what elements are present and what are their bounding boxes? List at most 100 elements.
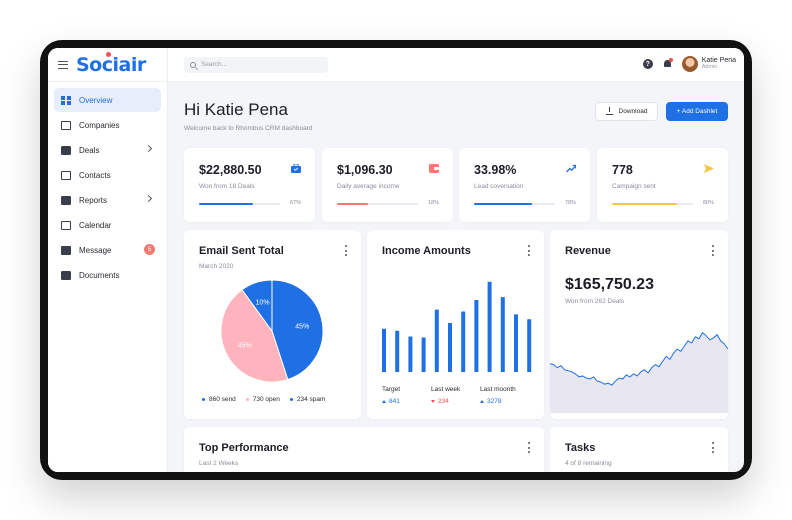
income-bar bbox=[448, 323, 452, 372]
download-icon bbox=[605, 107, 613, 115]
sidebar-item-label: Deals bbox=[79, 145, 100, 155]
stat-card-won: $22,880.50 Won from 18 Deals 67% bbox=[184, 148, 315, 222]
sidebar-item-reports[interactable]: Reports bbox=[54, 188, 161, 212]
legend-label: 730 open bbox=[252, 396, 280, 403]
legend-item: 234 spam bbox=[289, 396, 326, 403]
chevron-right-icon bbox=[144, 144, 153, 153]
stat-card-lead: 33.98% Lead coversation 78% bbox=[459, 148, 590, 222]
income-bar bbox=[527, 319, 532, 372]
sidebar-item-deals[interactable]: Deals bbox=[54, 138, 161, 162]
stat-value: 778 bbox=[612, 163, 633, 177]
help-icon[interactable]: ? bbox=[642, 59, 653, 69]
legend-item: 860 send bbox=[202, 396, 236, 403]
sidebar-item-calendar[interactable]: Calendar bbox=[54, 213, 161, 237]
sidebar-item-documents[interactable]: Documents bbox=[54, 263, 161, 287]
income-bar bbox=[461, 311, 466, 372]
sidebar-item-label: Reports bbox=[79, 195, 108, 205]
revenue-area-fill bbox=[550, 332, 728, 413]
stat-label: Lead coversation bbox=[474, 183, 524, 190]
sidebar-item-label: Documents bbox=[79, 270, 120, 280]
wallet-icon bbox=[429, 164, 439, 173]
message-count-badge: 5 bbox=[144, 244, 155, 255]
bell-icon[interactable] bbox=[663, 58, 673, 69]
summary-value: 234 bbox=[431, 398, 480, 405]
tablet-frame: Sociair Overview Companies Deals Contact… bbox=[40, 40, 752, 480]
stat-label: Won from 18 Deals bbox=[199, 183, 255, 190]
stat-card-income: $1,096.30 Daily average income 18% bbox=[322, 148, 453, 222]
add-dashlet-button[interactable]: + Add Dashlet bbox=[666, 102, 728, 121]
sidebar-item-message[interactable]: Message 5 bbox=[54, 238, 161, 262]
card-title: Top Performance bbox=[199, 442, 289, 454]
sidebar-item-contacts[interactable]: Contacts bbox=[54, 163, 161, 187]
download-button[interactable]: Download bbox=[595, 102, 658, 121]
calendar-icon bbox=[61, 220, 71, 230]
summary-label: Last moonth bbox=[480, 386, 516, 393]
logo-dot bbox=[106, 51, 111, 57]
progress-track bbox=[474, 203, 555, 205]
brand-logo[interactable]: Sociair bbox=[76, 51, 146, 76]
mail-icon bbox=[61, 245, 71, 255]
chevron-right-icon bbox=[144, 194, 153, 203]
pie-slice-label: 45% bbox=[295, 324, 309, 331]
search-box[interactable] bbox=[184, 56, 328, 73]
income-bar bbox=[474, 300, 479, 372]
summary-value: 841 bbox=[382, 398, 431, 405]
sidebar-item-companies[interactable]: Companies bbox=[54, 113, 161, 137]
page-subtitle: Welcome back to Rhombus CRM dashboard bbox=[184, 125, 313, 132]
progress-fill bbox=[337, 203, 368, 205]
more-icon[interactable] bbox=[711, 442, 714, 453]
progress-fill bbox=[474, 203, 533, 205]
search-input[interactable] bbox=[201, 61, 321, 68]
arrow-up-icon bbox=[480, 400, 484, 403]
sidebar: Sociair Overview Companies Deals Contact… bbox=[48, 48, 168, 472]
stat-percent: 67% bbox=[289, 200, 301, 206]
sidebar-item-overview[interactable]: Overview bbox=[54, 88, 161, 112]
contact-card-icon bbox=[61, 170, 71, 180]
top-performance-card: Top Performance Last 2 Weeks bbox=[184, 427, 544, 472]
stat-percent: 78% bbox=[564, 200, 576, 206]
avatar[interactable] bbox=[681, 56, 698, 72]
arrow-up-icon bbox=[382, 400, 386, 403]
trend-up-icon bbox=[566, 164, 576, 173]
legend-dot bbox=[202, 398, 205, 401]
more-icon[interactable] bbox=[527, 442, 530, 453]
progress-track bbox=[199, 203, 280, 205]
income-bar bbox=[395, 330, 400, 372]
income-bar bbox=[408, 336, 413, 372]
grid-icon bbox=[61, 95, 71, 105]
search-icon bbox=[190, 61, 196, 68]
briefcase-icon bbox=[291, 164, 301, 173]
send-icon bbox=[704, 164, 714, 173]
card-subtitle: Last 2 Weeks bbox=[199, 460, 239, 467]
legend-dot bbox=[245, 398, 249, 401]
stat-label: Daily average income bbox=[337, 183, 400, 190]
email-pie-chart: 45% 45% 10% bbox=[220, 279, 324, 383]
stat-percent: 80% bbox=[702, 200, 714, 206]
arrow-down-icon bbox=[431, 400, 435, 403]
income-bar bbox=[382, 328, 386, 372]
stat-value: 33.98% bbox=[474, 163, 517, 177]
sidebar-item-label: Contacts bbox=[79, 170, 111, 180]
income-bar bbox=[434, 309, 439, 372]
income-bar bbox=[500, 297, 505, 372]
income-bar bbox=[421, 337, 426, 372]
pie-slice-label: 10% bbox=[256, 299, 270, 306]
income-bar bbox=[514, 314, 518, 372]
top-bar: ? Katie Pena Admin bbox=[168, 48, 744, 82]
income-bar bbox=[487, 281, 492, 372]
revenue-card: Revenue $165,750.23 Won from 262 Deals bbox=[550, 230, 728, 419]
income-summary-target: Target 841 bbox=[382, 386, 431, 405]
building-icon bbox=[61, 120, 71, 130]
summary-label: Last week bbox=[431, 386, 461, 393]
sidebar-nav: Overview Companies Deals Contacts Report… bbox=[48, 82, 167, 287]
card-subtitle: 4 of 8 remaining bbox=[565, 460, 612, 467]
legend-dot bbox=[289, 398, 293, 401]
legend-label: 234 spam bbox=[296, 396, 326, 403]
card-title: Tasks bbox=[565, 442, 596, 454]
stat-value: $1,096.30 bbox=[337, 163, 393, 177]
sidebar-item-label: Message bbox=[79, 245, 112, 255]
progress-fill bbox=[612, 203, 677, 205]
menu-icon[interactable] bbox=[58, 60, 68, 69]
user-menu[interactable]: Katie Pena Admin bbox=[681, 56, 736, 72]
sidebar-item-label: Overview bbox=[79, 95, 113, 105]
